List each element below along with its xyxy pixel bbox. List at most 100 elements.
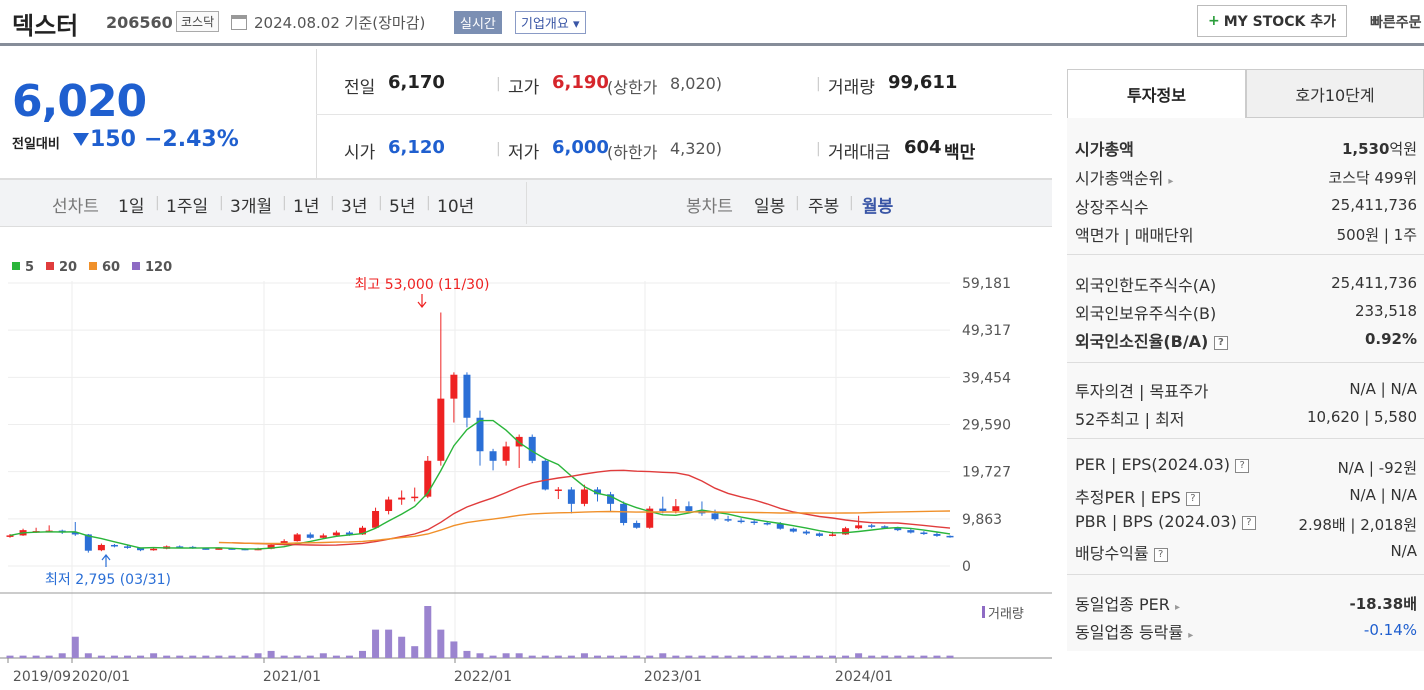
candle-body <box>946 535 954 538</box>
market-cap-rank-label[interactable]: 시가총액순위 ▸ <box>1075 165 1173 189</box>
legend-swatch <box>89 262 97 270</box>
est-per-eps-label: 추정PER | EPS ? <box>1075 484 1200 508</box>
sector-per-label[interactable]: 동일업종 PER ▸ <box>1075 591 1180 615</box>
legend-swatch <box>12 262 20 270</box>
volume-bar <box>293 655 301 658</box>
volume-bar <box>6 655 14 658</box>
help-icon[interactable]: ? <box>1213 335 1228 350</box>
sector-change-value: -0.14% <box>1363 621 1417 639</box>
volume-bar <box>215 655 223 658</box>
candle-body <box>855 525 863 529</box>
par-value-label: 액면가 | 매매단위 <box>1075 226 1194 245</box>
per-eps-value: N/A | -92원 <box>1337 459 1417 477</box>
x-tick-label: 2020/01 <box>72 669 130 685</box>
candle-body <box>411 496 419 499</box>
candle-body <box>802 531 810 534</box>
volume-bar <box>319 653 327 658</box>
tab-order-book[interactable]: 호가10단계 <box>1246 69 1424 118</box>
volume-bar <box>463 650 471 658</box>
volume-bar <box>84 653 92 658</box>
candle-body <box>424 460 432 497</box>
candle-body <box>580 489 588 504</box>
candle-body <box>933 533 941 536</box>
candle-body <box>97 544 105 551</box>
stock-chart[interactable]: 59,181 49,317 39,454 29,590 19,727 9,863 0 2019… <box>0 0 1052 690</box>
help-icon[interactable]: ? <box>1235 458 1250 473</box>
y-tick-label: 59,181 <box>962 276 1011 292</box>
volume-bar <box>202 655 210 658</box>
foreign-holding-label: 외국인보유주식수(B) <box>1075 304 1217 323</box>
low-annotation: 최저 2,795 (03/31) <box>45 572 171 588</box>
volume-bar <box>71 636 79 658</box>
candle-body <box>150 548 158 551</box>
volume-bar <box>802 655 810 658</box>
divider <box>1067 574 1424 575</box>
candle-body <box>385 499 393 512</box>
candle-body <box>332 532 340 536</box>
my-stock-add-button[interactable]: + MY STOCK 추가 <box>1197 5 1347 37</box>
y-tick-label: 19,727 <box>962 465 1011 481</box>
divider <box>1067 438 1424 439</box>
my-stock-label: MY STOCK 추가 <box>1223 14 1336 30</box>
52week-label: 52주최고 | 최저 <box>1075 410 1185 429</box>
volume-bar <box>19 655 27 658</box>
volume-bar <box>541 655 549 658</box>
volume-bar <box>776 655 784 658</box>
candle-body <box>842 528 850 535</box>
volume-bar <box>450 641 458 658</box>
tab-invest-info[interactable]: 투자정보 <box>1067 69 1246 118</box>
volume-bar <box>737 655 745 658</box>
market-cap-label: 시가총액 <box>1075 140 1134 159</box>
volume-bar <box>881 655 889 658</box>
candle-body <box>659 508 667 512</box>
foreign-ratio-label: 외국인소진율(B/A) ? <box>1075 328 1228 352</box>
volume-bar <box>698 655 706 658</box>
volume-bar <box>489 655 497 658</box>
y-tick-label: 9,863 <box>962 512 1002 528</box>
candle-body <box>750 521 758 524</box>
volume-bar <box>267 650 275 658</box>
volume-bar <box>189 655 197 658</box>
x-tick-label: 2019/09 <box>13 669 71 685</box>
candle-body <box>711 513 719 520</box>
candle-body <box>672 506 680 512</box>
candle-body <box>763 522 771 525</box>
per-eps-label: PER | EPS(2024.03) ? <box>1075 455 1250 474</box>
legend-label: 60 <box>102 260 120 275</box>
dividend-value: N/A <box>1390 542 1417 560</box>
candle-body <box>737 520 745 523</box>
candle-body <box>489 451 497 461</box>
quick-order-button[interactable]: 빠른주문 <box>1370 12 1422 32</box>
volume-bar <box>228 655 236 658</box>
volume-bar <box>32 655 40 658</box>
volume-bar <box>567 655 575 658</box>
plus-icon: + <box>1208 13 1220 29</box>
divider <box>1067 362 1424 363</box>
volume-bar <box>789 655 797 658</box>
volume-bar <box>163 655 171 658</box>
volume-bar <box>437 629 445 658</box>
foreign-ratio-value: 0.92% <box>1364 330 1417 348</box>
market-cap-value: 1,530억원 <box>1341 140 1417 158</box>
help-icon[interactable]: ? <box>1241 515 1256 530</box>
x-tick-label: 2021/01 <box>263 669 321 685</box>
par-value-value: 500원 | 1주 <box>1336 226 1417 244</box>
volume-bar <box>580 653 588 658</box>
candle-body <box>502 446 510 461</box>
volume-bar <box>97 655 105 658</box>
sector-change-label[interactable]: 동일업종 등락률 ▸ <box>1075 619 1193 643</box>
volume-bar <box>345 655 353 658</box>
help-icon[interactable]: ? <box>1185 491 1200 506</box>
y-tick-label: 0 <box>962 559 971 575</box>
volume-bar <box>946 655 954 658</box>
help-icon[interactable]: ? <box>1153 547 1168 562</box>
volume-bar <box>359 650 366 658</box>
volume-bar <box>554 655 562 658</box>
candle-body <box>306 534 314 538</box>
volume-bar <box>424 606 432 658</box>
sector-per-value: -18.38배 <box>1349 595 1417 613</box>
y-tick-label: 49,317 <box>962 323 1011 339</box>
candle-body <box>815 533 823 536</box>
volume-bar <box>306 655 314 658</box>
volume-bar <box>685 655 693 658</box>
